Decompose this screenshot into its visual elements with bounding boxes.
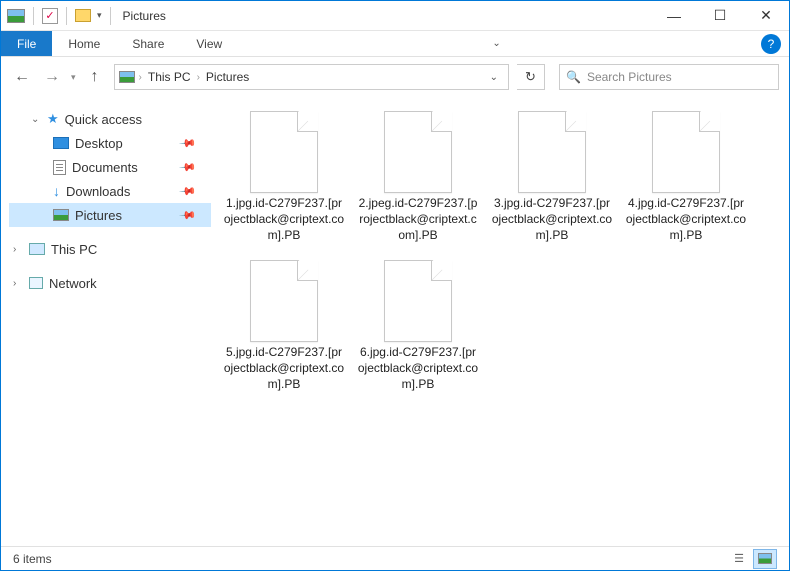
file-item[interactable]: 6.jpg.id-C279F237.[projectblack@criptext…: [353, 256, 483, 397]
file-icon: [250, 260, 318, 342]
qat-properties-icon[interactable]: ✓: [42, 8, 58, 24]
sidebar-item-label: Downloads: [66, 184, 130, 199]
file-icon: [250, 111, 318, 193]
status-count: 6 items: [13, 552, 52, 566]
sidebar-label: This PC: [51, 242, 97, 257]
nav-row: ← → ▾ ↑ › This PC › Pictures ⌄ ↻ 🔍 Searc…: [1, 57, 789, 97]
file-label: 2.jpeg.id-C279F237.[projectblack@criptex…: [357, 195, 479, 244]
file-item[interactable]: 1.jpg.id-C279F237.[projectblack@criptext…: [219, 107, 349, 248]
file-icon: [384, 111, 452, 193]
sidebar-item-label: Desktop: [75, 136, 123, 151]
help-icon[interactable]: ?: [761, 34, 781, 54]
ribbon-expand-icon[interactable]: ⌄: [492, 38, 500, 49]
file-icon: [384, 260, 452, 342]
ribbon: File Home Share View ⌄ ?: [1, 31, 789, 57]
content-pane[interactable]: 1.jpg.id-C279F237.[projectblack@criptext…: [211, 97, 789, 546]
chevron-down-icon[interactable]: ⌄: [31, 114, 41, 125]
sidebar-label: Network: [49, 276, 97, 291]
window-icon: [7, 9, 25, 23]
file-item[interactable]: 3.jpg.id-C279F237.[projectblack@criptext…: [487, 107, 617, 248]
sidebar: ⌄ ★ Quick access Desktop 📌 Documents 📌 ↓…: [1, 97, 211, 546]
history-dropdown-icon[interactable]: ▾: [71, 72, 76, 83]
chevron-right-icon[interactable]: ›: [197, 72, 200, 83]
file-label: 6.jpg.id-C279F237.[projectblack@criptext…: [357, 344, 479, 393]
forward-button[interactable]: →: [41, 68, 63, 86]
file-label: 4.jpg.id-C279F237.[projectblack@criptext…: [625, 195, 747, 244]
pin-icon: 📌: [179, 158, 198, 177]
status-bar: 6 items ☰: [1, 546, 789, 570]
qat-dropdown-icon[interactable]: ▾: [97, 10, 102, 21]
sidebar-item-pictures[interactable]: Pictures 📌: [9, 203, 211, 227]
maximize-button[interactable]: ☐: [697, 1, 743, 31]
sidebar-item-desktop[interactable]: Desktop 📌: [9, 131, 211, 155]
view-icons-button[interactable]: [753, 549, 777, 569]
up-button[interactable]: ↑: [84, 68, 106, 86]
refresh-button[interactable]: ↻: [517, 64, 545, 90]
documents-icon: [53, 160, 66, 175]
search-icon: 🔍: [566, 70, 581, 84]
file-icon: [652, 111, 720, 193]
file-icon: [518, 111, 586, 193]
tab-share[interactable]: Share: [116, 31, 180, 56]
file-label: 3.jpg.id-C279F237.[projectblack@criptext…: [491, 195, 613, 244]
chevron-right-icon[interactable]: ›: [139, 72, 142, 83]
chevron-right-icon[interactable]: ›: [13, 244, 23, 255]
view-details-button[interactable]: ☰: [727, 549, 751, 569]
file-label: 1.jpg.id-C279F237.[projectblack@criptext…: [223, 195, 345, 244]
breadcrumb-thispc[interactable]: This PC: [146, 70, 193, 84]
desktop-icon: [53, 137, 69, 149]
sidebar-item-label: Pictures: [75, 208, 122, 223]
sidebar-network[interactable]: › Network: [9, 271, 211, 295]
pin-icon: 📌: [179, 134, 198, 153]
pin-icon: 📌: [179, 206, 198, 225]
close-button[interactable]: ✕: [743, 1, 789, 31]
network-icon: [29, 277, 43, 289]
pictures-icon: [53, 209, 69, 221]
address-bar[interactable]: › This PC › Pictures ⌄: [114, 64, 509, 90]
sidebar-item-documents[interactable]: Documents 📌: [9, 155, 211, 179]
sidebar-quick-access[interactable]: ⌄ ★ Quick access: [9, 107, 211, 131]
star-icon: ★: [47, 111, 59, 127]
file-menu[interactable]: File: [1, 31, 52, 56]
titlebar: ✓ ▾ Pictures ― ☐ ✕: [1, 1, 789, 31]
search-input[interactable]: 🔍 Search Pictures: [559, 64, 779, 90]
file-item[interactable]: 2.jpeg.id-C279F237.[projectblack@criptex…: [353, 107, 483, 248]
tab-view[interactable]: View: [180, 31, 238, 56]
file-item[interactable]: 5.jpg.id-C279F237.[projectblack@criptext…: [219, 256, 349, 397]
qat-newfolder-icon[interactable]: [75, 9, 91, 22]
pin-icon: 📌: [179, 182, 198, 201]
address-dropdown-icon[interactable]: ⌄: [484, 72, 504, 83]
file-label: 5.jpg.id-C279F237.[projectblack@criptext…: [223, 344, 345, 393]
search-placeholder: Search Pictures: [587, 70, 672, 84]
tab-home[interactable]: Home: [52, 31, 116, 56]
sidebar-this-pc[interactable]: › This PC: [9, 237, 211, 261]
chevron-right-icon[interactable]: ›: [13, 278, 23, 289]
back-button[interactable]: ←: [11, 68, 33, 86]
window-title: Pictures: [123, 9, 166, 23]
sidebar-item-downloads[interactable]: ↓ Downloads 📌: [9, 179, 211, 203]
location-icon: [119, 71, 135, 83]
sidebar-label: Quick access: [65, 112, 142, 127]
minimize-button[interactable]: ―: [651, 1, 697, 31]
breadcrumb-pictures[interactable]: Pictures: [204, 70, 251, 84]
downloads-icon: ↓: [53, 183, 60, 199]
file-item[interactable]: 4.jpg.id-C279F237.[projectblack@criptext…: [621, 107, 751, 248]
pc-icon: [29, 243, 45, 255]
sidebar-item-label: Documents: [72, 160, 138, 175]
